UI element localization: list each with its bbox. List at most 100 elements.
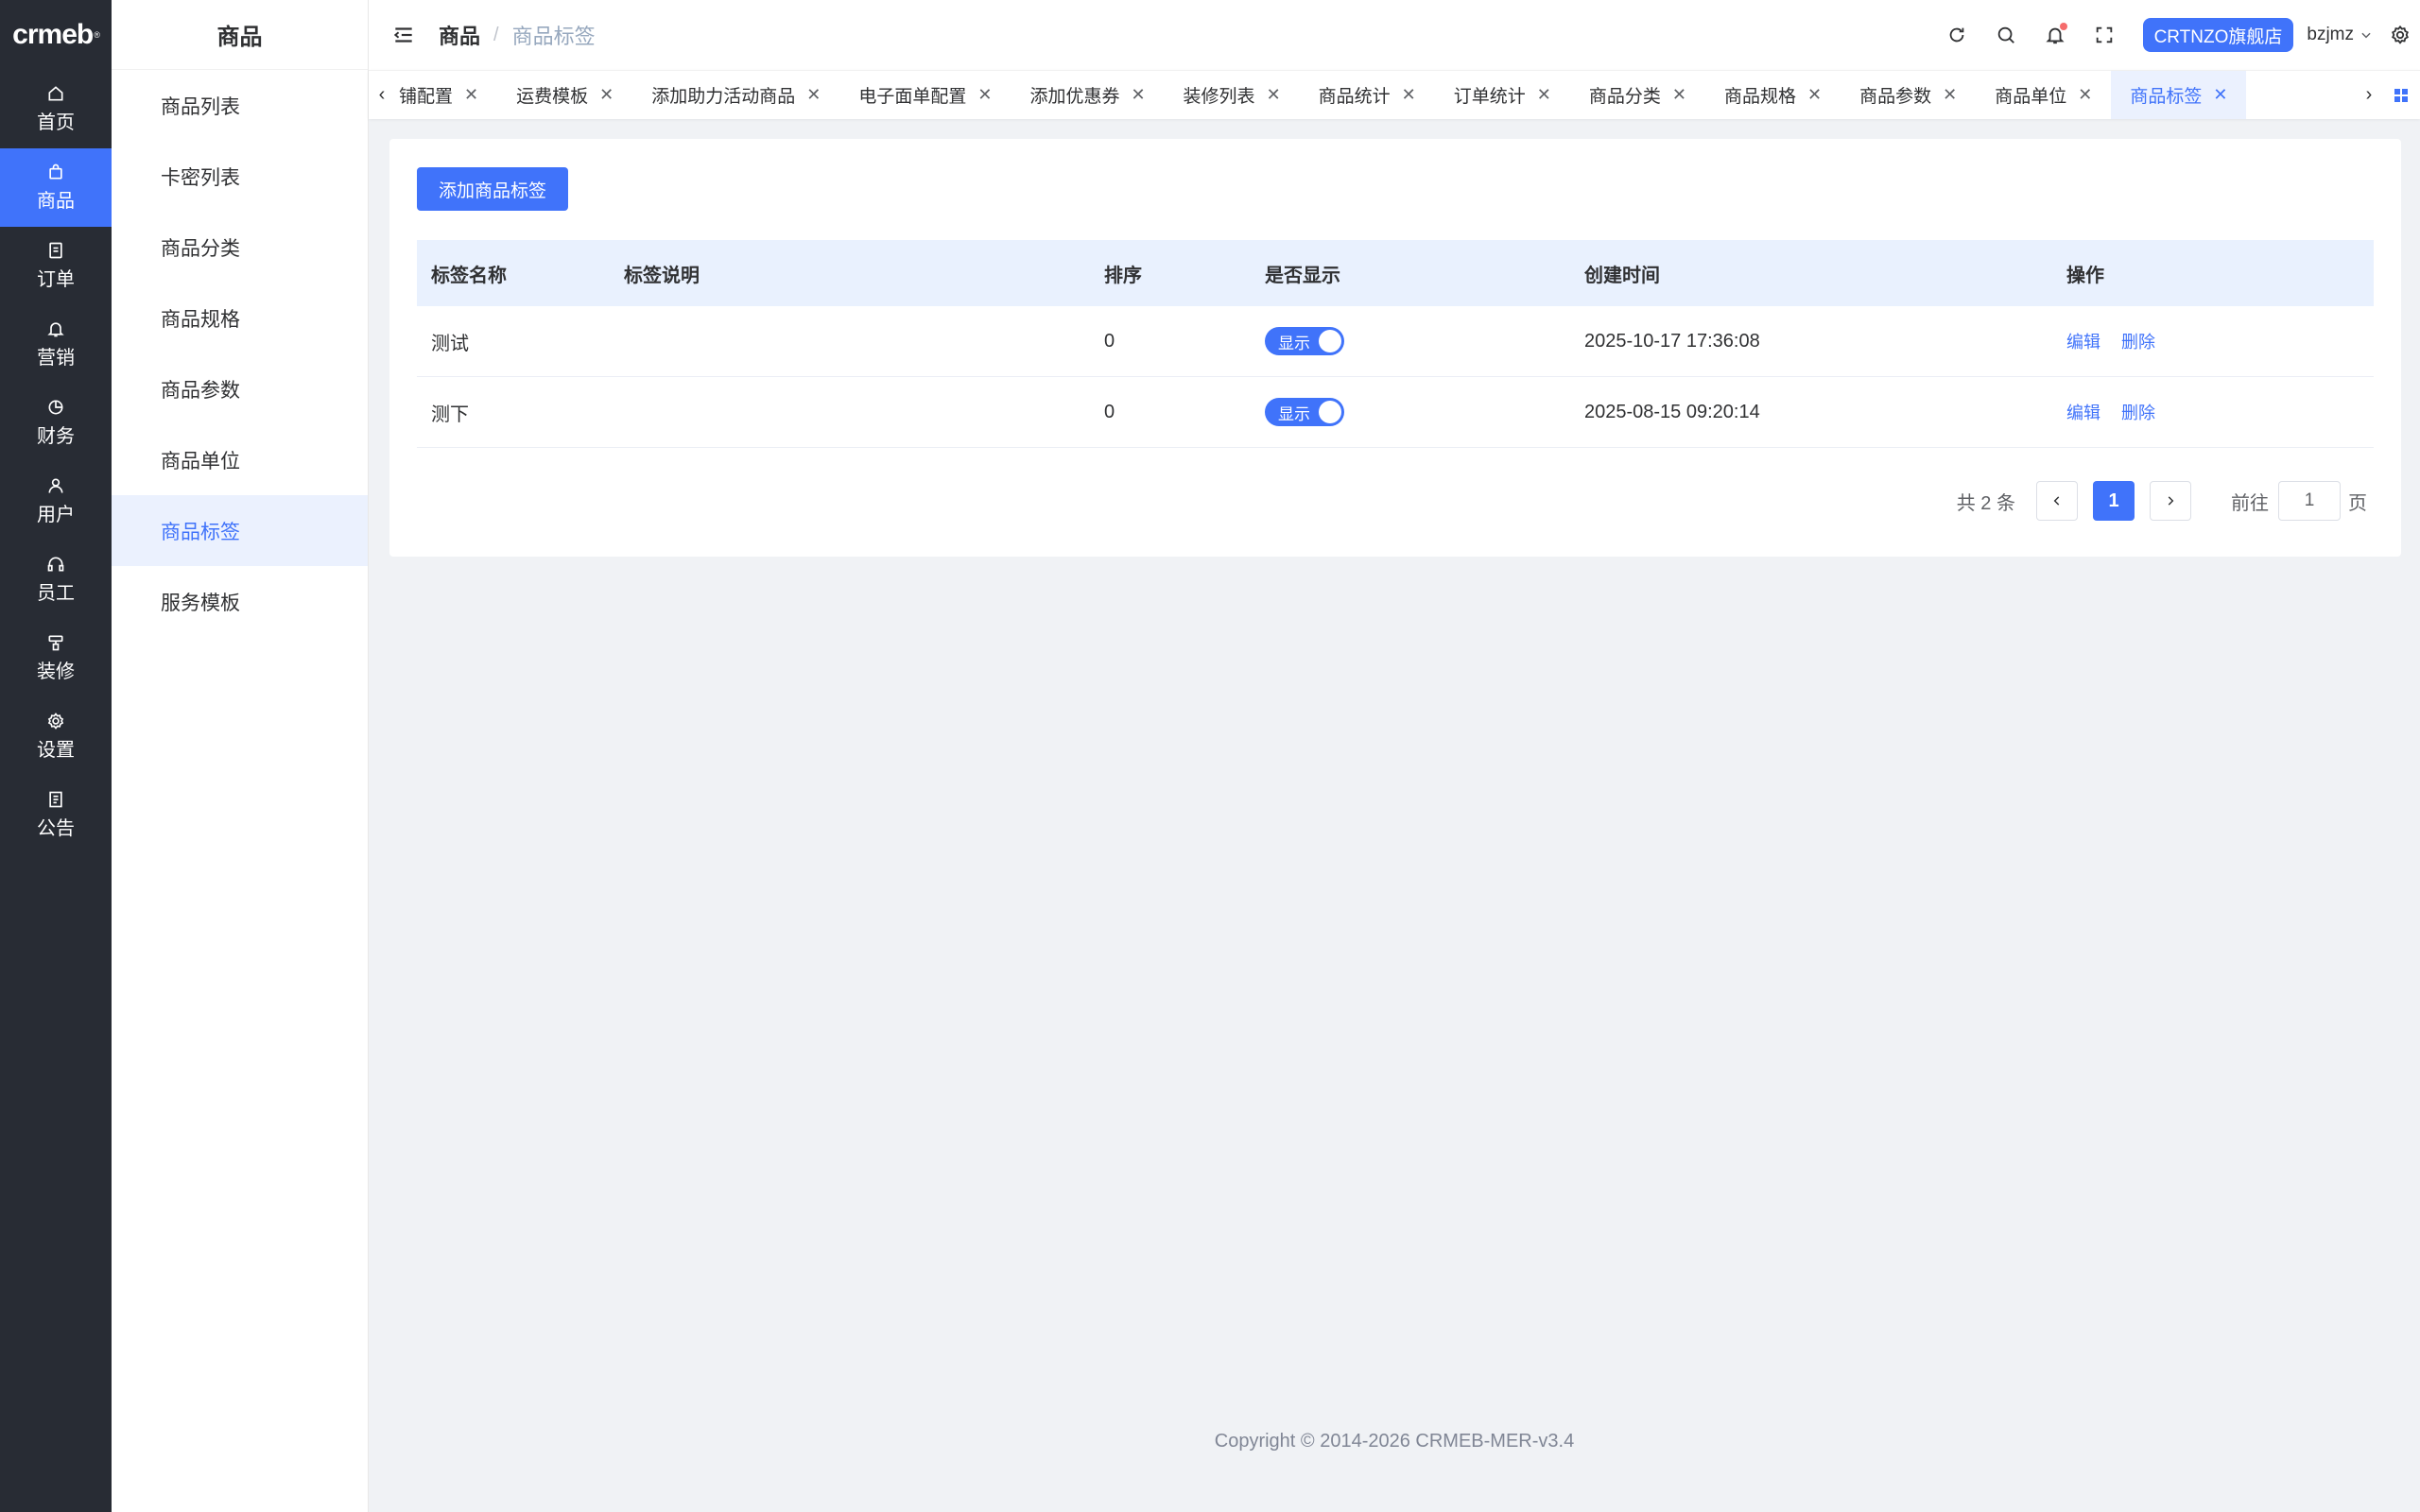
main-rail: crmeb ® 首页商品订单 营销财务用户 员工装修设置公告 — [0, 0, 112, 1512]
tab-item-11[interactable]: 商品单位 ✕ — [1976, 71, 2111, 119]
notification-bell[interactable] — [2045, 23, 2067, 45]
rail-item-5[interactable]: 用户 — [0, 462, 112, 541]
tabs-scroll-right[interactable]: › — [2356, 71, 2382, 119]
tab-item-8[interactable]: 商品分类 ✕ — [1570, 71, 1705, 119]
show-toggle[interactable]: 显示 — [1265, 327, 1344, 355]
submenu-item-3[interactable]: 商品规格 — [112, 283, 368, 353]
tab-item-5[interactable]: 装修列表 ✕ — [1165, 71, 1300, 119]
rail-item-7[interactable]: 装修 — [0, 619, 112, 697]
submenu-item-0[interactable]: 商品列表 — [112, 70, 368, 141]
submenu-item-2[interactable]: 商品分类 — [112, 212, 368, 283]
tab-label: 商品参数 — [1859, 87, 1932, 107]
cell-name: 测下 — [431, 404, 469, 425]
tab-item-4[interactable]: 添加优惠券 ✕ — [1011, 71, 1164, 119]
breadcrumb-main[interactable]: 商品 — [439, 20, 480, 50]
close-icon[interactable]: ✕ — [1402, 85, 1416, 105]
close-icon[interactable]: ✕ — [2078, 85, 2092, 105]
pie-icon — [48, 400, 63, 415]
notice-icon — [49, 791, 62, 808]
close-icon[interactable]: ✕ — [1943, 85, 1957, 105]
col-header-actions: 操作 — [2066, 265, 2104, 286]
tab-item-6[interactable]: 商品统计 ✕ — [1300, 71, 1435, 119]
menu-fold-icon[interactable] — [391, 23, 416, 47]
headset-icon — [47, 557, 64, 572]
rail-item-label: 设置 — [37, 740, 75, 761]
tab-label: 商品分类 — [1588, 87, 1661, 107]
close-icon[interactable]: ✕ — [464, 85, 478, 105]
close-icon[interactable]: ✕ — [599, 85, 614, 105]
edit-link[interactable]: 编辑 — [2066, 404, 2100, 422]
user-dropdown[interactable]: bzjmz — [2307, 25, 2373, 45]
footer-copyright: Copyright © 2014-2026 CRMEB-MER-v3.4 — [1214, 1431, 1575, 1452]
chevron-down-icon — [2361, 32, 2371, 39]
logo[interactable]: crmeb ® — [0, 0, 112, 70]
submenu-item-6[interactable]: 商品标签 — [112, 495, 368, 566]
bag-icon — [49, 163, 62, 180]
tab-item-9[interactable]: 商品规格 ✕ — [1705, 71, 1841, 119]
close-icon[interactable]: ✕ — [1807, 85, 1822, 105]
page-number-current[interactable]: 1 — [2093, 481, 2135, 521]
rail-item-label: 装修 — [37, 662, 75, 682]
submenu-item-5[interactable]: 商品单位 — [112, 424, 368, 495]
col-header-name: 标签名称 — [431, 265, 507, 286]
submenu-item-4[interactable]: 商品参数 — [112, 353, 368, 424]
rail-item-label: 财务 — [37, 426, 75, 447]
submenu-title: 商品 — [112, 0, 368, 70]
close-icon[interactable]: ✕ — [1672, 85, 1686, 105]
rail-item-6[interactable]: 员工 — [0, 541, 112, 619]
store-button[interactable]: CRTNZO旗舰店 — [2142, 18, 2294, 52]
tab-item-1[interactable]: 运费模板 ✕ — [497, 71, 632, 119]
rail-item-1[interactable]: 商品 — [0, 148, 112, 227]
rail-item-0[interactable]: 首页 — [0, 70, 112, 148]
tab-label: 商品统计 — [1318, 87, 1391, 107]
tab-item-0[interactable]: 铺配置 ✕ — [395, 71, 497, 119]
rail-item-label: 商品 — [37, 191, 75, 212]
refresh-icon[interactable] — [1946, 25, 1967, 45]
tab-item-2[interactable]: 添加助力活动商品 ✕ — [632, 71, 839, 119]
close-icon[interactable]: ✕ — [1131, 85, 1145, 105]
top-header: 商品 / 商品标签 CRTNZO旗舰店 bzjmz — [369, 0, 2420, 70]
goto-page-input[interactable] — [2278, 481, 2341, 521]
submenu-item-1[interactable]: 卡密列表 — [112, 141, 368, 212]
add-tag-button[interactable]: 添加商品标签 — [417, 167, 569, 211]
chevron-right-icon — [2168, 496, 2174, 506]
edit-link[interactable]: 编辑 — [2066, 333, 2100, 352]
rail-item-3[interactable]: 营销 — [0, 305, 112, 384]
prev-page-button[interactable] — [2036, 481, 2078, 521]
cell-actions: 编辑 删除 — [2052, 329, 2374, 353]
submenu-item-7[interactable]: 服务模板 — [112, 566, 368, 637]
rail-item-2[interactable]: 订单 — [0, 227, 112, 305]
close-icon[interactable]: ✕ — [977, 85, 992, 105]
col-header-show: 是否显示 — [1265, 265, 1340, 286]
tabs-scroll-left[interactable]: ‹ — [369, 71, 395, 119]
tab-item-3[interactable]: 电子面单配置 ✕ — [839, 71, 1011, 119]
rail-item-8[interactable]: 设置 — [0, 697, 112, 776]
chevron-left-icon — [2053, 496, 2060, 506]
username: bzjmz — [2307, 25, 2354, 44]
close-icon[interactable]: ✕ — [2213, 85, 2227, 105]
next-page-button[interactable] — [2150, 481, 2191, 521]
tab-item-7[interactable]: 订单统计 ✕ — [1435, 71, 1570, 119]
tab-label: 商品规格 — [1723, 87, 1796, 107]
search-icon[interactable] — [1996, 25, 2016, 45]
document-icon — [49, 242, 62, 259]
tab-item-12[interactable]: 商品标签 ✕ — [2111, 71, 2247, 119]
close-icon[interactable]: ✕ — [1267, 85, 1281, 105]
cell-created: 2025-08-15 09:20:14 — [1584, 401, 1760, 422]
delete-link[interactable]: 删除 — [2121, 333, 2155, 352]
rail-item-4[interactable]: 财务 — [0, 384, 112, 462]
home-icon — [48, 86, 63, 101]
goto-label: 前往 — [2231, 492, 2269, 514]
tag-bar: ‹ 铺配置 ✕ 运费模板 ✕ 添加助力活动商品 ✕ 电子面单配置 ✕ 添加优惠券 ✕ 装修列表 ✕ 商品… — [369, 70, 2420, 119]
rail-item-9[interactable]: 公告 — [0, 776, 112, 854]
show-toggle[interactable]: 显示 — [1265, 398, 1344, 426]
rail-item-label: 公告 — [37, 818, 75, 839]
tabs-menu[interactable] — [2382, 88, 2420, 103]
fullscreen-icon[interactable] — [2094, 25, 2115, 45]
settings-gear-icon[interactable] — [2390, 25, 2411, 45]
close-icon[interactable]: ✕ — [1537, 85, 1551, 105]
delete-link[interactable]: 删除 — [2121, 404, 2155, 422]
close-icon[interactable]: ✕ — [806, 85, 821, 105]
grid-icon — [2394, 88, 2408, 102]
tab-item-10[interactable]: 商品参数 ✕ — [1841, 71, 1976, 119]
